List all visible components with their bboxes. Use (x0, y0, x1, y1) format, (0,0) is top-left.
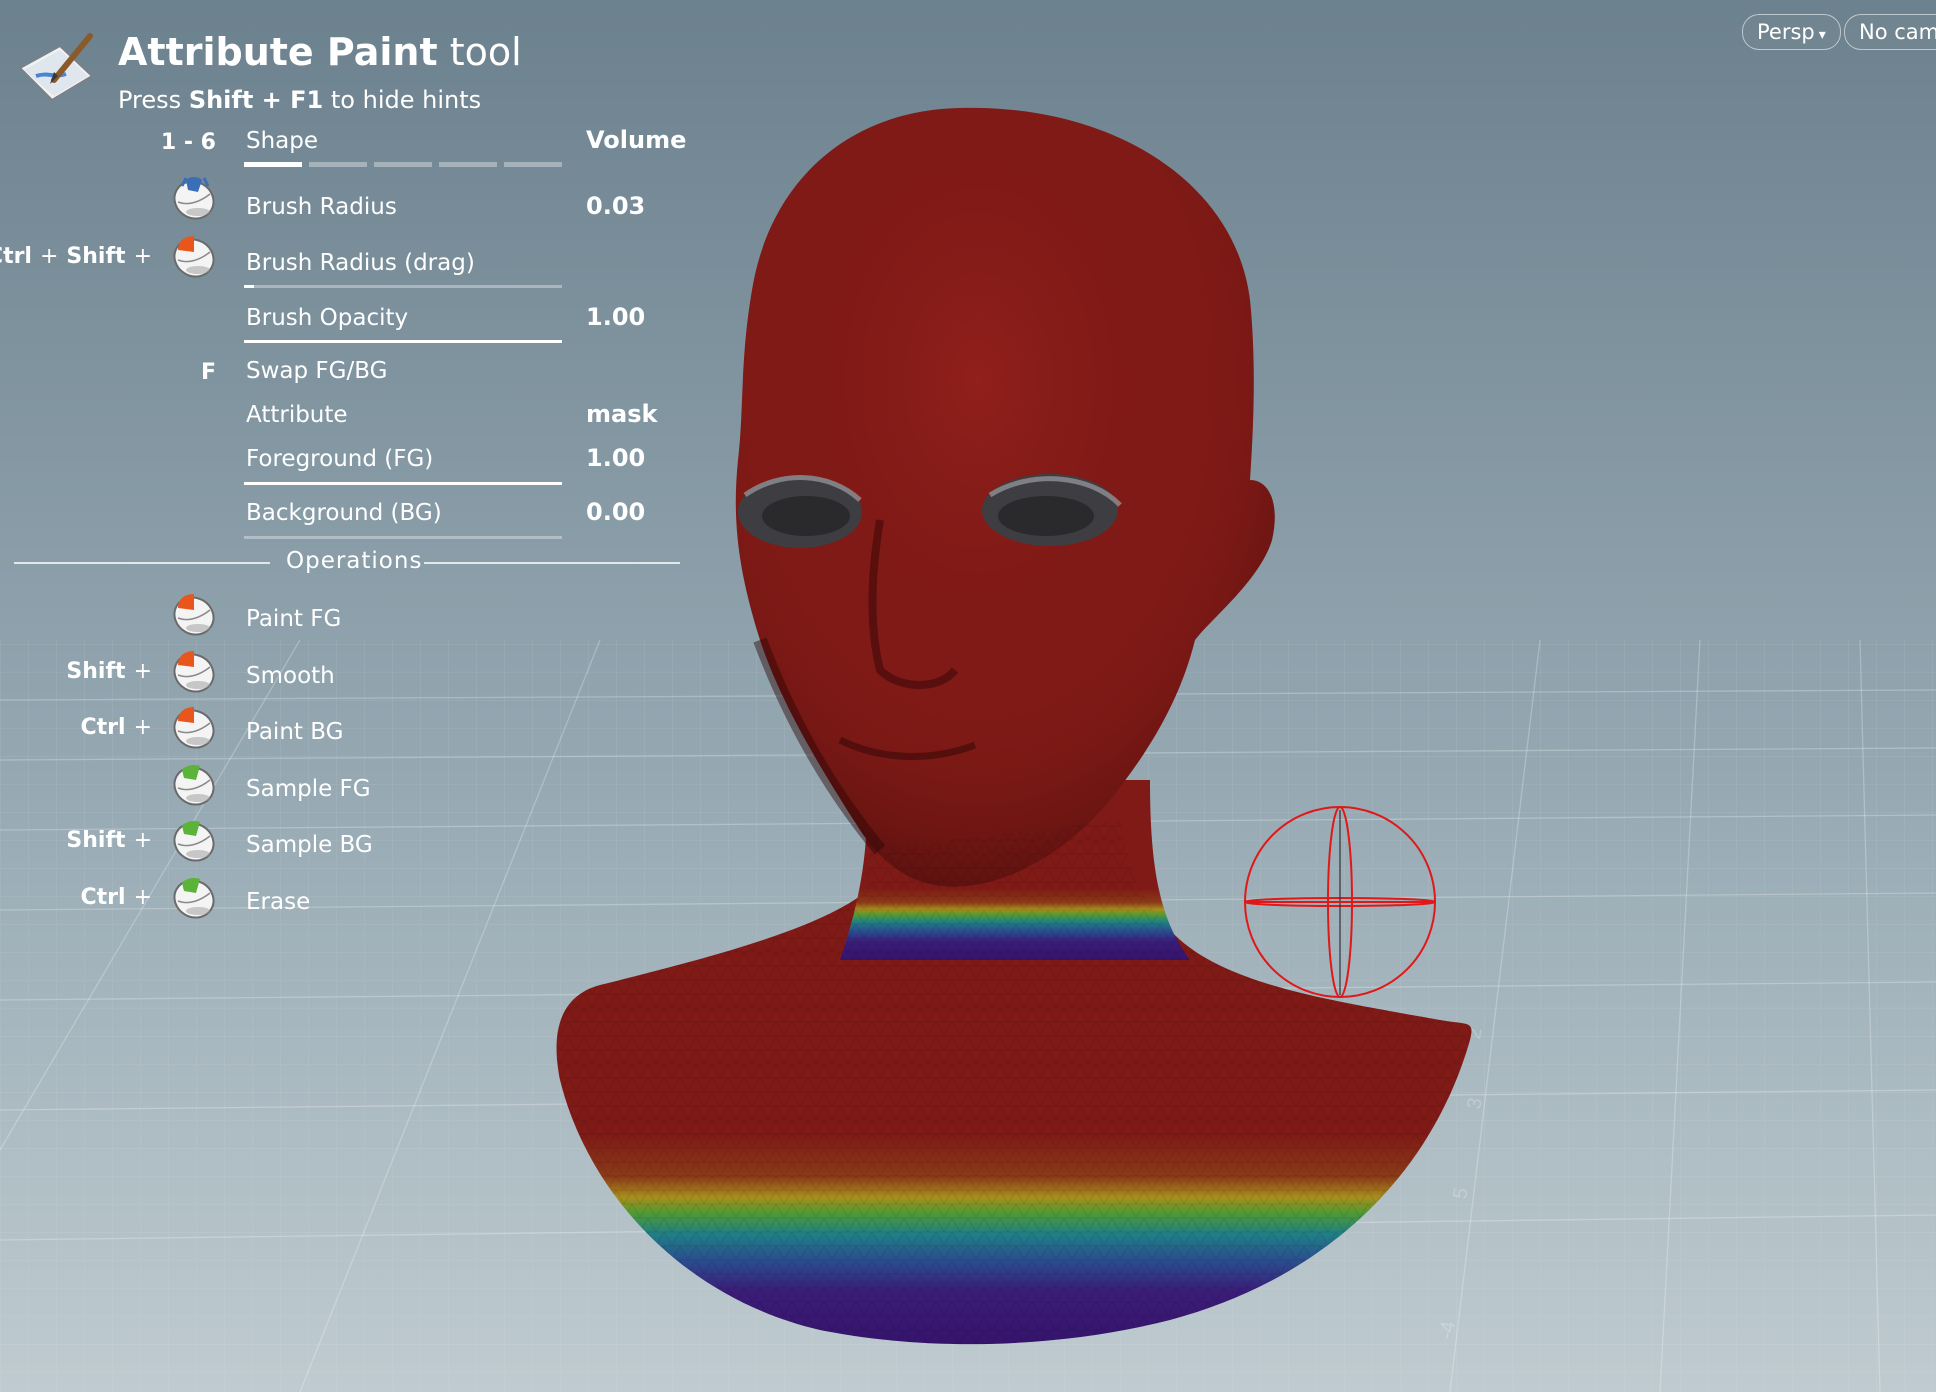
hint-keys: Shift + F1 (188, 86, 324, 114)
middle-mouse-icon (168, 758, 218, 808)
background-slider[interactable] (244, 536, 562, 539)
brush-opacity-label: Brush Opacity (246, 305, 409, 331)
foreground-slider[interactable] (244, 482, 562, 485)
middle-mouse-icon (168, 871, 218, 921)
tool-title: Attribute Paint tool (118, 30, 522, 74)
modifier-label: Ctrl (80, 715, 126, 740)
operation-label: Sample BG (246, 832, 373, 858)
swap-fg-bg-label: Swap FG/BG (246, 358, 388, 384)
operations-divider-right (424, 562, 680, 564)
brush-opacity-value[interactable]: 1.00 (586, 303, 645, 331)
operation-modifier-key: Shift + (66, 828, 152, 853)
tool-title-bold: Attribute Paint (118, 30, 438, 74)
operation-label: Sample FG (246, 776, 371, 802)
persp-label: Persp (1757, 20, 1815, 44)
middle-mouse-icon (168, 814, 218, 864)
operation-label: Smooth (246, 663, 335, 689)
background-label: Background (BG) (246, 500, 442, 526)
left-mouse-icon (168, 588, 218, 638)
shape-segment[interactable] (504, 162, 562, 167)
operation-modifier-key: Ctrl + (80, 885, 153, 910)
scroll-wheel-mouse-icon (168, 172, 218, 222)
attribute-value[interactable]: mask (586, 400, 657, 428)
foreground-label: Foreground (FG) (246, 446, 434, 472)
dropdown-arrow-icon: ▾ (1818, 27, 1826, 43)
brush-opacity-slider[interactable] (244, 340, 562, 343)
ctrl-key: Ctrl (0, 244, 32, 269)
shape-segment[interactable] (374, 162, 432, 167)
shape-value[interactable]: Volume (586, 126, 686, 154)
brush-radius-value[interactable]: 0.03 (586, 192, 645, 220)
modifier-label: Shift (66, 659, 126, 684)
no-cam-label: No cam (1859, 20, 1936, 44)
swap-hotkey: F (200, 360, 216, 385)
brush-cursor[interactable] (1244, 806, 1436, 998)
brush-radius-slider[interactable] (244, 285, 562, 288)
left-mouse-icon (168, 701, 218, 751)
brush-radius-drag-keys: Ctrl+Shift+ (0, 244, 160, 269)
operation-label: Paint BG (246, 719, 344, 745)
operation-modifier-key: Ctrl + (80, 715, 153, 740)
operations-divider-left (14, 562, 270, 564)
background-value[interactable]: 0.00 (586, 498, 645, 526)
shape-segment[interactable] (244, 162, 302, 167)
hint-suffix: to hide hints (330, 86, 482, 114)
brush-radius-drag-label: Brush Radius (drag) (246, 250, 475, 276)
shift-key: Shift (66, 244, 126, 269)
operation-label: Paint FG (246, 606, 342, 632)
shape-label: Shape (246, 128, 319, 154)
persp-camera-menu[interactable]: Persp ▾ (1742, 14, 1841, 50)
tool-title-rest: tool (449, 30, 522, 74)
paintbrush-tool-icon (18, 33, 94, 102)
foreground-value[interactable]: 1.00 (586, 444, 645, 472)
hide-hints-hint: Press Shift + F1 to hide hints (118, 86, 481, 114)
attribute-label: Attribute (246, 402, 348, 428)
svg-text:-4: -4 (1435, 1320, 1460, 1341)
modifier-label: Ctrl (80, 885, 126, 910)
modifier-label: Shift (66, 828, 126, 853)
operation-label: Erase (246, 889, 311, 915)
shape-segment[interactable] (309, 162, 367, 167)
left-mouse-icon (168, 230, 218, 280)
shape-hotkey: 1 - 6 (160, 130, 216, 155)
no-cam-menu[interactable]: No cam (1844, 14, 1936, 50)
left-mouse-icon (168, 645, 218, 695)
brush-radius-label: Brush Radius (246, 194, 397, 220)
hint-prefix: Press (118, 86, 182, 114)
shape-segment[interactable] (439, 162, 497, 167)
operation-modifier-key: Shift + (66, 659, 152, 684)
operations-title: Operations (286, 548, 423, 574)
